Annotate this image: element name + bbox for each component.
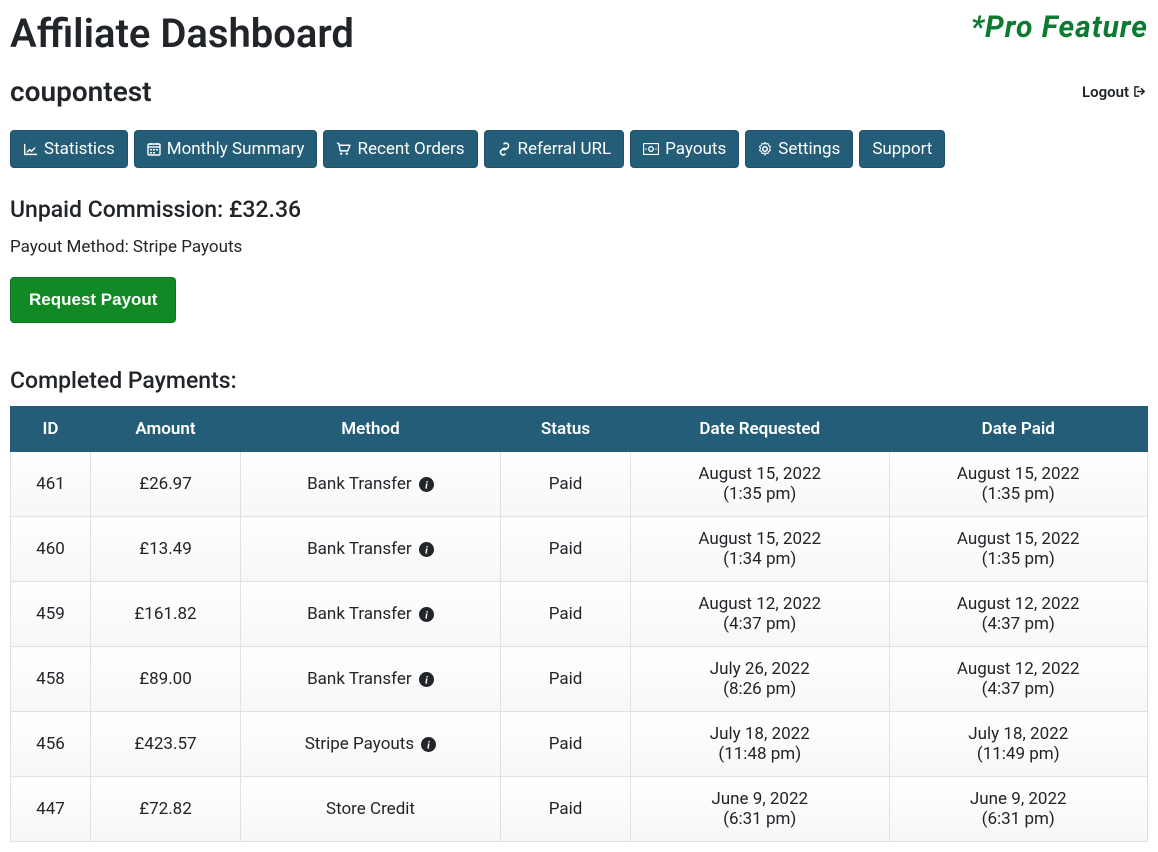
cell-date-requested: August 12, 2022(4:37 pm) (631, 582, 890, 647)
cell-date-requested: July 26, 2022(8:26 pm) (631, 647, 890, 712)
tab-statistics[interactable]: Statistics (10, 130, 128, 168)
table-row: 456£423.57Stripe Payouts iPaidJuly 18, 2… (11, 712, 1148, 777)
header: Affiliate Dashboard *Pro Feature (10, 10, 1148, 57)
table-row: 459£161.82Bank Transfer iPaidAugust 12, … (11, 582, 1148, 647)
cell-date-requested: July 18, 2022(11:48 pm) (631, 712, 890, 777)
pro-feature-badge: *Pro Feature (971, 10, 1148, 45)
info-icon[interactable]: i (419, 672, 434, 687)
cell-date-paid: July 18, 2022(11:49 pm) (889, 712, 1148, 777)
table-row: 461£26.97Bank Transfer iPaidAugust 15, 2… (11, 452, 1148, 517)
cell-amount: £161.82 (91, 582, 241, 647)
cell-method: Bank Transfer i (241, 647, 501, 712)
info-icon[interactable]: i (419, 542, 434, 557)
cell-amount: £26.97 (91, 452, 241, 517)
chart-line-icon (23, 143, 38, 156)
tab-label: Statistics (44, 139, 115, 159)
cell-id: 460 (11, 517, 91, 582)
calendar-icon (147, 142, 161, 156)
logout-icon (1133, 85, 1148, 98)
tab-recent-orders[interactable]: Recent Orders (323, 130, 477, 168)
tab-label: Recent Orders (357, 139, 464, 159)
info-icon[interactable]: i (419, 477, 434, 492)
cell-status: Paid (501, 777, 631, 842)
cell-method: Bank Transfer i (241, 517, 501, 582)
cell-id: 458 (11, 647, 91, 712)
tab-support[interactable]: Support (859, 130, 945, 168)
tab-label: Monthly Summary (167, 139, 305, 159)
col-date-requested: Date Requested (631, 407, 890, 452)
logout-link[interactable]: Logout (1082, 83, 1148, 101)
svg-text:i: i (425, 674, 428, 686)
cell-date-paid: June 9, 2022(6:31 pm) (889, 777, 1148, 842)
gear-icon (758, 142, 772, 156)
cell-id: 447 (11, 777, 91, 842)
col-amount: Amount (91, 407, 241, 452)
username: coupontest (10, 75, 152, 108)
cell-status: Paid (501, 582, 631, 647)
tab-referral-url[interactable]: Referral URL (484, 130, 625, 168)
tab-label: Payouts (665, 139, 726, 159)
user-row: coupontest Logout (10, 75, 1148, 108)
completed-payments-table: ID Amount Method Status Date Requested D… (10, 406, 1148, 842)
cell-method: Store Credit (241, 777, 501, 842)
svg-text:i: i (427, 739, 430, 751)
cell-method: Bank Transfer i (241, 452, 501, 517)
col-status: Status (501, 407, 631, 452)
cell-id: 461 (11, 452, 91, 517)
cell-date-paid: August 12, 2022(4:37 pm) (889, 582, 1148, 647)
money-icon (643, 143, 659, 155)
cell-status: Paid (501, 712, 631, 777)
completed-payments-heading: Completed Payments: (10, 367, 1148, 394)
tab-label: Settings (778, 139, 840, 159)
col-date-paid: Date Paid (889, 407, 1148, 452)
tab-label: Referral URL (518, 139, 612, 159)
cell-date-paid: August 12, 2022(4:37 pm) (889, 647, 1148, 712)
cell-amount: £72.82 (91, 777, 241, 842)
cell-date-requested: August 15, 2022(1:35 pm) (631, 452, 890, 517)
cell-status: Paid (501, 647, 631, 712)
col-id: ID (11, 407, 91, 452)
cell-date-paid: August 15, 2022(1:35 pm) (889, 452, 1148, 517)
nav-tabs: Statistics Monthly Summary Recent Orders… (10, 130, 1148, 168)
info-icon[interactable]: i (419, 607, 434, 622)
svg-text:i: i (425, 479, 428, 491)
cell-method: Stripe Payouts i (241, 712, 501, 777)
cell-date-requested: June 9, 2022(6:31 pm) (631, 777, 890, 842)
cell-status: Paid (501, 452, 631, 517)
col-method: Method (241, 407, 501, 452)
cart-icon (336, 142, 351, 156)
cell-date-paid: August 15, 2022(1:35 pm) (889, 517, 1148, 582)
svg-text:i: i (425, 609, 428, 621)
page-title: Affiliate Dashboard (10, 10, 354, 57)
payout-method: Payout Method: Stripe Payouts (10, 237, 1148, 257)
logout-label: Logout (1082, 83, 1129, 101)
table-row: 458£89.00Bank Transfer iPaidJuly 26, 202… (11, 647, 1148, 712)
cell-status: Paid (501, 517, 631, 582)
commission-block: Unpaid Commission: £32.36 Payout Method:… (10, 196, 1148, 323)
tab-payouts[interactable]: Payouts (630, 130, 739, 168)
cell-id: 456 (11, 712, 91, 777)
request-payout-button[interactable]: Request Payout (10, 277, 176, 323)
info-icon[interactable]: i (421, 737, 436, 752)
cell-method: Bank Transfer i (241, 582, 501, 647)
link-icon (497, 142, 512, 156)
tab-monthly-summary[interactable]: Monthly Summary (134, 130, 318, 168)
cell-amount: £423.57 (91, 712, 241, 777)
cell-amount: £89.00 (91, 647, 241, 712)
tab-settings[interactable]: Settings (745, 130, 853, 168)
cell-date-requested: August 15, 2022(1:34 pm) (631, 517, 890, 582)
svg-text:i: i (425, 544, 428, 556)
unpaid-commission: Unpaid Commission: £32.36 (10, 196, 1148, 223)
cell-id: 459 (11, 582, 91, 647)
tab-label: Support (872, 139, 932, 159)
table-row: 460£13.49Bank Transfer iPaidAugust 15, 2… (11, 517, 1148, 582)
cell-amount: £13.49 (91, 517, 241, 582)
table-row: 447£72.82Store CreditPaidJune 9, 2022(6:… (11, 777, 1148, 842)
